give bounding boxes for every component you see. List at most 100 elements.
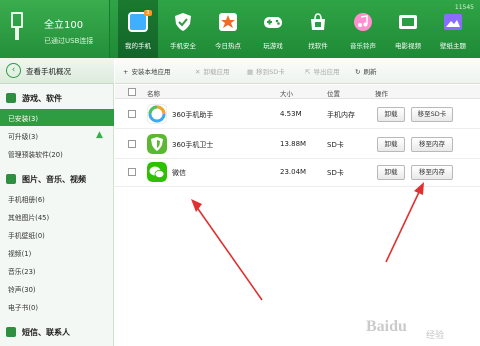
media-icon [6, 174, 16, 184]
column-name[interactable]: 名称 [147, 88, 160, 98]
toolbar-label: 刷新 [363, 68, 377, 76]
sidebar-item-label: 手机壁纸(0) [8, 232, 45, 240]
nav-music-ringtones[interactable]: 音乐铃声 [343, 0, 383, 58]
message-icon [6, 327, 16, 337]
sidebar-item-label: 已安装(3) [8, 115, 39, 123]
sidebar-item-ringtones[interactable]: 铃声(30) [0, 280, 114, 297]
nav-find-software[interactable]: 找软件 [298, 0, 338, 58]
select-all-checkbox[interactable] [128, 88, 136, 96]
nav-phone-security[interactable]: 手机安全 [163, 0, 203, 58]
app-location: 手机内存 [327, 111, 355, 119]
row-checkbox[interactable] [128, 110, 136, 118]
uninstall-button[interactable]: 卸载 [377, 107, 405, 122]
sidebar-item-ebooks[interactable]: 电子书(0) [0, 298, 114, 315]
table-row[interactable]: 微信 23.04M SD卡 卸载 移至内存 [115, 158, 480, 187]
watermark: Baidu 经验 [360, 318, 475, 342]
device-panel[interactable]: 全立100 已通过USB连接 [0, 0, 110, 58]
uninstall-button[interactable]: 卸载 [377, 137, 405, 152]
sidebar: ‹ 查看手机概况 游戏、软件 已安装(3) 可升级(3) ▲ 管理预装软件(20)… [0, 58, 114, 346]
section-games-software[interactable]: 游戏、软件 [0, 88, 114, 108]
sidebar-item-label: 可升级(3) [8, 133, 39, 141]
toolbar-label: 安装本地应用 [131, 68, 171, 76]
uninstall-app-button[interactable]: ✕ 卸载应用 [195, 66, 229, 76]
nav-movies-videos[interactable]: 电影视频 [388, 0, 428, 58]
toolbar-label: 移到SD卡 [256, 68, 285, 76]
app-location: SD卡 [327, 169, 344, 177]
section-media[interactable]: 图片、音乐、视频 [0, 169, 114, 189]
sidebar-item-label: 电子书(0) [8, 304, 39, 312]
install-local-app-button[interactable]: + 安装本地应用 [123, 66, 170, 76]
row-checkbox[interactable] [128, 168, 136, 176]
table-header: 名称 大小 位置 操作 [115, 85, 480, 99]
column-location[interactable]: 位置 [327, 88, 340, 98]
app-name: 360手机助手 [172, 111, 214, 119]
gamepad-icon [264, 17, 282, 28]
column-size[interactable]: 大小 [280, 88, 293, 98]
sidebar-item-videos[interactable]: 视频(1) [0, 244, 114, 261]
store-icon [311, 13, 325, 30]
connection-status: 已通过USB连接 [44, 37, 94, 45]
toolbar-label: 导出应用 [313, 68, 340, 76]
table-row[interactable]: 360手机助手 4.53M 手机内存 卸载 移至SD卡 [115, 100, 480, 129]
app-size: 4.53M [280, 110, 302, 118]
nav-label: 电影视频 [395, 42, 421, 50]
plus-icon: + [123, 68, 129, 76]
table-row[interactable]: 360手机卫士 13.88M SD卡 卸载 移至内存 [115, 130, 480, 159]
usb-icon [10, 12, 24, 42]
sidebar-item-label: 铃声(30) [8, 286, 36, 294]
sidebar-item-label: 音乐(23) [8, 268, 36, 276]
move-to-sd-button[interactable]: ▦ 移到SD卡 [247, 66, 285, 76]
nav-daily-hot[interactable]: 今日热点 [208, 0, 248, 58]
watermark-brand: Baidu [366, 318, 407, 335]
sidebar-item-label: 其他图片(45) [8, 214, 50, 222]
app-size: 23.04M [280, 168, 307, 176]
move-to-memory-button[interactable]: 移至内存 [411, 165, 453, 180]
picture-icon [444, 14, 462, 30]
back-arrow-icon: ‹ [6, 63, 21, 78]
apps-icon [6, 93, 16, 103]
section-title: 游戏、软件 [22, 94, 62, 103]
move-to-sd-button[interactable]: 移至SD卡 [411, 107, 453, 122]
sidebar-item-upgradable[interactable]: 可升级(3) ▲ [0, 127, 114, 144]
move-to-memory-button[interactable]: 移至内存 [411, 137, 453, 152]
nav-label: 壁纸主题 [440, 42, 466, 50]
nav-label: 音乐铃声 [350, 42, 376, 50]
export-icon: ⇱ [305, 68, 311, 76]
nav-games[interactable]: 玩游戏 [253, 0, 293, 58]
section-title: 短信、联系人 [22, 328, 70, 337]
sidebar-item-installed[interactable]: 已安装(3) [0, 109, 114, 126]
nav-label: 今日热点 [215, 42, 241, 50]
phone-overview-button[interactable]: ‹ 查看手机概况 [0, 58, 114, 84]
update-badge: 3 [144, 10, 152, 16]
annotation-arrowhead [191, 199, 202, 212]
top-navigation-bar: 全立100 已通过USB连接 3 我的手机 手机安全 今日热点 玩游戏 找软件 … [0, 0, 480, 58]
star-icon [219, 13, 237, 31]
sidebar-item-music[interactable]: 音乐(23) [0, 262, 114, 279]
close-icon: ✕ [195, 68, 201, 76]
nav-label: 玩游戏 [263, 42, 283, 50]
shield-icon [175, 13, 191, 31]
nav-label: 手机安全 [170, 42, 196, 50]
guard-icon [147, 134, 167, 154]
refresh-button[interactable]: ↻ 刷新 [355, 66, 376, 76]
uninstall-button[interactable]: 卸载 [377, 165, 405, 180]
upgrade-arrow-icon: ▲ [96, 130, 103, 140]
nav-my-phone[interactable]: 3 我的手机 [118, 0, 158, 58]
sidebar-item-label: 视频(1) [8, 250, 32, 258]
export-app-button[interactable]: ⇱ 导出应用 [305, 66, 339, 76]
sidebar-item-album[interactable]: 手机相册(6) [0, 190, 114, 207]
app-location: SD卡 [327, 141, 344, 149]
row-checkbox[interactable] [128, 140, 136, 148]
annotation-arrow [195, 205, 263, 301]
app-size: 13.88M [280, 140, 307, 148]
sidebar-item-wallpapers[interactable]: 手机壁纸(0) [0, 226, 114, 243]
section-title: 图片、音乐、视频 [22, 175, 86, 184]
column-action: 操作 [375, 90, 388, 98]
section-sms-contacts[interactable]: 短信、联系人 [0, 322, 114, 342]
sidebar-item-preinstalled[interactable]: 管理预装软件(20) [0, 145, 114, 162]
sidebar-item-other-pictures[interactable]: 其他图片(45) [0, 208, 114, 225]
music-icon [354, 13, 372, 31]
app-name: 360手机卫士 [172, 141, 214, 149]
sidebar-item-label: 管理预装软件(20) [8, 151, 63, 159]
clock: 11545 [454, 4, 474, 11]
